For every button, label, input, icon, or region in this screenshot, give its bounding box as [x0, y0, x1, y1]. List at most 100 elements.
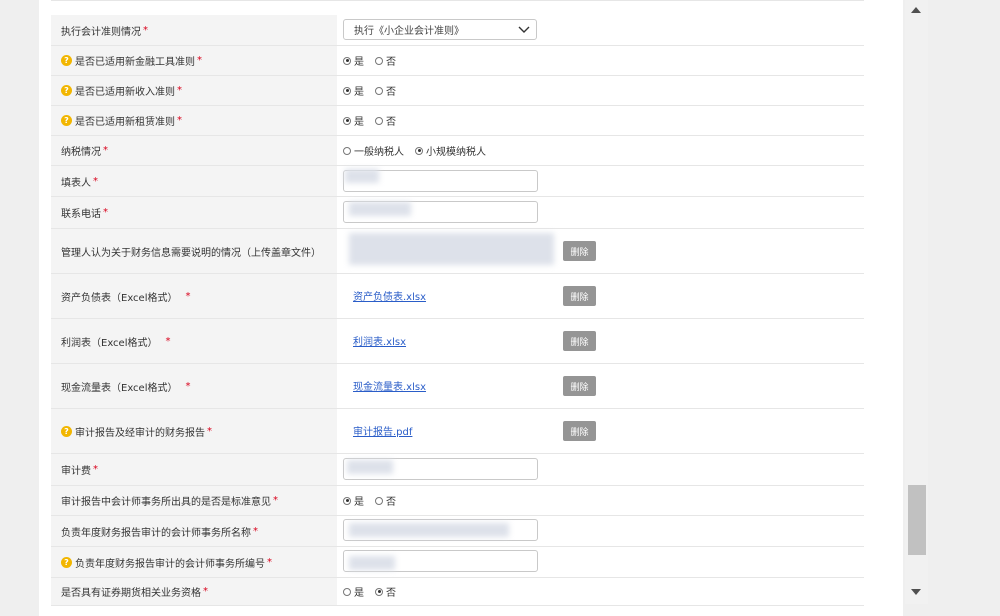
form-row-audit-firm-number: ? 负责年度财务报告审计的会计师事务所编号 * — [51, 547, 864, 578]
row-label: ? 负责年度财务报告审计的会计师事务所编号 * — [51, 547, 337, 577]
row-label: 利润表（Excel格式） * — [51, 319, 337, 363]
accounting-standard-select[interactable]: 执行《小企业会计准则》 — [343, 19, 537, 40]
scroll-down-arrow-icon[interactable] — [911, 589, 921, 595]
radio-checked-icon — [343, 56, 351, 65]
file-link-income-statement[interactable]: 利润表.xlsx — [353, 333, 406, 348]
required-mark: * — [185, 380, 191, 392]
radio-checked-icon — [343, 496, 351, 505]
row-label: ? 是否已适用新金融工具准则 * — [51, 46, 337, 75]
help-icon[interactable]: ? — [61, 556, 72, 568]
radio-unchecked-icon — [343, 587, 351, 596]
required-mark: * — [207, 425, 212, 437]
page-panel: 执行会计准则情况 * 执行《小企业会计准则》 ? 是否已适用新金融工具准则 * 是 否… — [39, 0, 928, 616]
help-icon[interactable]: ? — [61, 85, 72, 96]
required-mark: * — [143, 24, 148, 36]
radio-no[interactable]: 否 — [375, 53, 396, 68]
form-row-new-revenue: ? 是否已适用新收入准则 * 是 否 — [51, 76, 864, 106]
row-label: 审计费 * — [51, 454, 337, 485]
required-mark: * — [103, 145, 108, 156]
form-row-taxpayer: 纳税情况 * 一般纳税人 小规模纳税人 — [51, 136, 864, 166]
required-mark: * — [253, 525, 258, 537]
row-label: 填表人 * — [51, 166, 337, 196]
radio-no[interactable]: 否 — [375, 113, 396, 128]
redacted-value — [345, 169, 379, 183]
delete-button[interactable]: 删除 — [563, 241, 596, 261]
radio-yes[interactable]: 是 — [343, 53, 364, 68]
financial-info-form: 执行会计准则情况 * 执行《小企业会计准则》 ? 是否已适用新金融工具准则 * 是 否… — [51, 0, 864, 606]
radio-no[interactable]: 否 — [375, 584, 396, 599]
help-icon[interactable]: ? — [61, 115, 72, 126]
chevron-down-icon — [518, 26, 530, 33]
form-row-balance-sheet: 资产负债表（Excel格式） * 资产负债表.xlsx 删除 — [51, 274, 864, 319]
required-mark: * — [185, 290, 191, 302]
form-row-audit-firm-name: 负责年度财务报告审计的会计师事务所名称 * — [51, 516, 864, 547]
required-mark: * — [177, 115, 182, 126]
form-row-explanation-upload: 管理人认为关于财务信息需要说明的情况（上传盖章文件） 删除 — [51, 229, 864, 274]
row-label: 审计报告中会计师事务所出具的是否是标准意见 * — [51, 486, 337, 515]
radio-unchecked-icon — [375, 86, 383, 95]
radio-yes[interactable]: 是 — [343, 584, 364, 599]
row-label: ? 是否已适用新租赁准则 * — [51, 106, 337, 135]
redacted-file — [349, 233, 554, 265]
help-icon[interactable]: ? — [61, 55, 72, 66]
row-label: ? 是否已适用新收入准则 * — [51, 76, 337, 105]
form-row-cash-flow: 现金流量表（Excel格式） * 现金流量表.xlsx 删除 — [51, 364, 864, 409]
help-icon[interactable]: ? — [61, 425, 72, 437]
radio-unchecked-icon — [375, 496, 383, 505]
form-row-new-lease: ? 是否已适用新租赁准则 * 是 否 — [51, 106, 864, 136]
form-row-standard-opinion: 审计报告中会计师事务所出具的是否是标准意见 * 是 否 — [51, 486, 864, 516]
form-row-filler: 填表人 * — [51, 166, 864, 197]
scroll-up-arrow-icon[interactable] — [911, 7, 921, 13]
delete-button[interactable]: 删除 — [563, 376, 596, 396]
scrollbar-thumb[interactable] — [908, 485, 926, 555]
file-link-cash-flow[interactable]: 现金流量表.xlsx — [353, 378, 426, 393]
row-label: ? 审计报告及经审计的财务报告 * — [51, 409, 337, 453]
vertical-scrollbar[interactable] — [905, 0, 928, 604]
radio-no[interactable]: 否 — [375, 493, 396, 508]
radio-checked-icon — [343, 116, 351, 125]
row-label: 联系电话 * — [51, 197, 337, 228]
required-mark: * — [93, 464, 98, 475]
delete-button[interactable]: 删除 — [563, 286, 596, 306]
redacted-value — [349, 556, 395, 570]
form-row-accounting-standard: 执行会计准则情况 * 执行《小企业会计准则》 — [51, 15, 864, 46]
file-link-audit-report[interactable]: 审计报告.pdf — [353, 423, 412, 438]
radio-unchecked-icon — [375, 116, 383, 125]
radio-checked-icon — [375, 587, 383, 596]
row-label: 管理人认为关于财务信息需要说明的情况（上传盖章文件） — [51, 229, 337, 273]
radio-checked-icon — [415, 146, 423, 155]
required-mark: * — [177, 85, 182, 96]
form-row-audit-report: ? 审计报告及经审计的财务报告 * 审计报告.pdf 删除 — [51, 409, 864, 454]
required-mark: * — [267, 556, 272, 568]
row-label: 资产负债表（Excel格式） * — [51, 274, 337, 318]
radio-checked-icon — [343, 86, 351, 95]
form-row-securities-qualification: 是否具有证券期货相关业务资格 * 是 否 — [51, 578, 864, 606]
delete-button[interactable]: 删除 — [563, 421, 596, 441]
form-row-phone: 联系电话 * — [51, 197, 864, 229]
delete-button[interactable]: 删除 — [563, 331, 596, 351]
required-mark: * — [165, 335, 171, 347]
file-link-balance-sheet[interactable]: 资产负债表.xlsx — [353, 288, 426, 303]
row-label: 执行会计准则情况 * — [51, 15, 337, 45]
radio-general-taxpayer[interactable]: 一般纳税人 — [343, 143, 404, 158]
radio-small-scale-taxpayer[interactable]: 小规模纳税人 — [415, 143, 486, 158]
redacted-value — [349, 202, 411, 216]
row-label: 现金流量表（Excel格式） * — [51, 364, 337, 408]
radio-yes[interactable]: 是 — [343, 113, 364, 128]
row-label: 纳税情况 * — [51, 136, 337, 165]
form-row-audit-fee: 审计费 * — [51, 454, 864, 486]
radio-unchecked-icon — [343, 146, 351, 155]
redacted-value — [349, 523, 509, 537]
radio-yes[interactable]: 是 — [343, 83, 364, 98]
radio-unchecked-icon — [375, 56, 383, 65]
row-label: 负责年度财务报告审计的会计师事务所名称 * — [51, 516, 337, 546]
radio-no[interactable]: 否 — [375, 83, 396, 98]
row-label: 是否具有证券期货相关业务资格 * — [51, 578, 337, 605]
required-mark: * — [93, 175, 98, 187]
required-mark: * — [103, 207, 108, 218]
required-mark: * — [273, 495, 278, 506]
required-mark: * — [197, 55, 202, 66]
required-mark: * — [203, 586, 208, 597]
radio-yes[interactable]: 是 — [343, 493, 364, 508]
form-row-new-financial-instruments: ? 是否已适用新金融工具准则 * 是 否 — [51, 46, 864, 76]
